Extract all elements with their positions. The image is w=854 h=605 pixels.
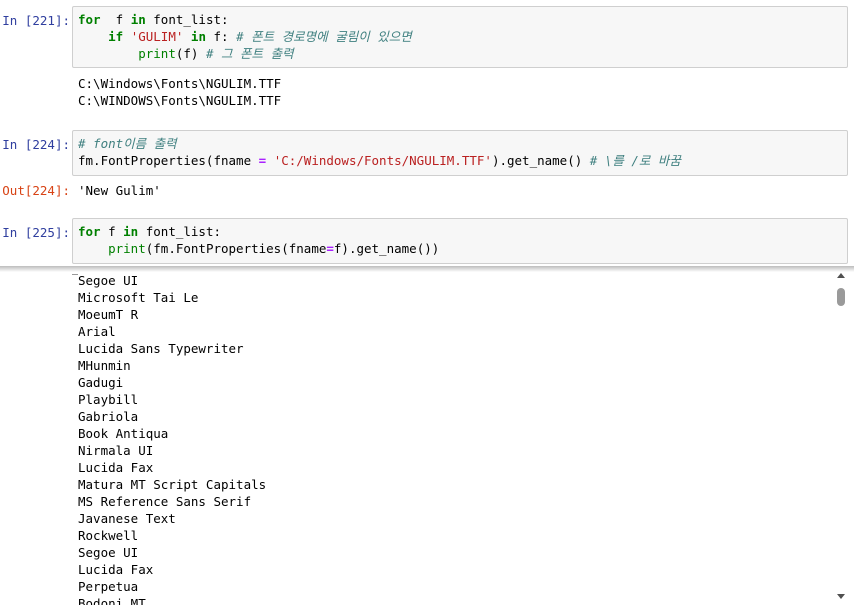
font-name-list: Segoe UI Microsoft Tai Le MoeumT R Arial Luc… <box>78 272 266 605</box>
scrollable-output-area[interactable]: Segoe UI Microsoft Tai Le MoeumT R Arial Luc… <box>0 266 854 605</box>
input-prompt-224: In [224]: <box>2 137 70 152</box>
code-line: for f in font_list: <box>78 223 842 240</box>
font-name-item: Lucida Fax <box>78 562 154 577</box>
code-token: f: <box>205 29 237 44</box>
font-name-item: Microsoft Tai Le <box>78 290 199 305</box>
font-name-item: Lucida Sans Typewriter <box>78 341 244 356</box>
input-prompt-221: In [221]: <box>2 13 70 28</box>
code-token: (fm.FontProperties(fname <box>145 241 327 256</box>
code-cell-224[interactable]: # font이름 출력 fm.FontProperties(fname = 'C:… <box>72 130 848 176</box>
output-line: C:\Windows\Fonts\NGULIM.TTF <box>78 76 282 91</box>
code-token: in <box>130 12 146 27</box>
code-token: f <box>100 12 131 27</box>
font-name-item: Segoe UI <box>78 273 139 288</box>
code-line: print(fm.FontProperties(fname=f).get_nam… <box>78 240 842 257</box>
font-name-item: MoeumT R <box>78 307 139 322</box>
code-token: 'GULIM' <box>130 29 184 44</box>
font-name-item: Arial <box>78 324 116 339</box>
code-token: for <box>78 12 101 27</box>
code-token: font_list: <box>145 12 229 27</box>
output-prompt-224: Out[224]: <box>2 183 70 198</box>
scroll-up-icon[interactable] <box>837 273 845 278</box>
font-name-item: Javanese Text <box>78 511 176 526</box>
output-line: 'New Gulim' <box>78 183 161 198</box>
font-name-item: Bodoni MT <box>78 596 146 605</box>
code-token: f <box>100 224 124 239</box>
code-token: for <box>78 224 101 239</box>
cell-221-output: C:\Windows\Fonts\NGULIM.TTF C:\WINDOWS\Fo… <box>78 75 281 109</box>
code-line: fm.FontProperties(fname = 'C:/Windows/Fo… <box>78 152 842 169</box>
cell-224-output: 'New Gulim' <box>78 182 161 199</box>
code-token: 'C:/Windows/Fonts/NGULIM.TTF' <box>273 153 492 168</box>
font-name-item: Lucida Fax <box>78 460 154 475</box>
font-name-item: Playbill <box>78 392 139 407</box>
code-token: # 폰트 경로명에 굴림이 있으면 <box>236 29 412 44</box>
code-token: # \를 /로 바꿈 <box>589 153 681 168</box>
output-collapse-marker <box>72 274 78 275</box>
scroll-down-icon[interactable] <box>837 594 845 599</box>
code-line: # font이름 출력 <box>78 135 842 152</box>
output-scroll-shadow <box>0 266 854 272</box>
code-token: if <box>108 29 124 44</box>
code-token: # font이름 출력 <box>78 136 177 151</box>
code-token: in <box>190 29 206 44</box>
scrollbar-thumb[interactable] <box>837 288 845 306</box>
code-token: (f) <box>175 46 206 61</box>
code-cell-225[interactable]: for f in font_list: print(fm.FontPropert… <box>72 218 848 264</box>
code-token: in <box>123 224 139 239</box>
font-name-item: Segoe UI <box>78 545 139 560</box>
font-name-item: MHunmin <box>78 358 131 373</box>
font-name-item: Nirmala UI <box>78 443 154 458</box>
code-token: fm.FontProperties(fname <box>78 153 259 168</box>
code-token: # 그 폰트 출력 <box>205 46 294 61</box>
code-line: print(f) # 그 폰트 출력 <box>78 45 842 62</box>
code-line: for f in font_list: <box>78 11 842 28</box>
code-line: if 'GULIM' in f: # 폰트 경로명에 굴림이 있으면 <box>78 28 842 45</box>
font-name-item: Gabriola <box>78 409 139 424</box>
font-name-item: Matura MT Script Capitals <box>78 477 267 492</box>
code-token: print <box>138 46 176 61</box>
code-cell-221[interactable]: for f in font_list: if 'GULIM' in f: # 폰… <box>72 6 848 68</box>
code-token: ).get_name() <box>491 153 590 168</box>
code-token: = <box>326 241 334 256</box>
font-name-item: Rockwell <box>78 528 139 543</box>
font-name-item: Gadugi <box>78 375 124 390</box>
output-line: C:\WINDOWS\Fonts\NGULIM.TTF <box>78 93 282 108</box>
output-scrollbar[interactable] <box>834 271 848 601</box>
code-token: f).get_name()) <box>333 241 440 256</box>
input-prompt-225: In [225]: <box>2 225 70 240</box>
code-token: font_list: <box>138 224 222 239</box>
font-name-item: MS Reference Sans Serif <box>78 494 252 509</box>
code-token: print <box>108 241 146 256</box>
font-name-item: Perpetua <box>78 579 139 594</box>
font-name-item: Book Antiqua <box>78 426 169 441</box>
